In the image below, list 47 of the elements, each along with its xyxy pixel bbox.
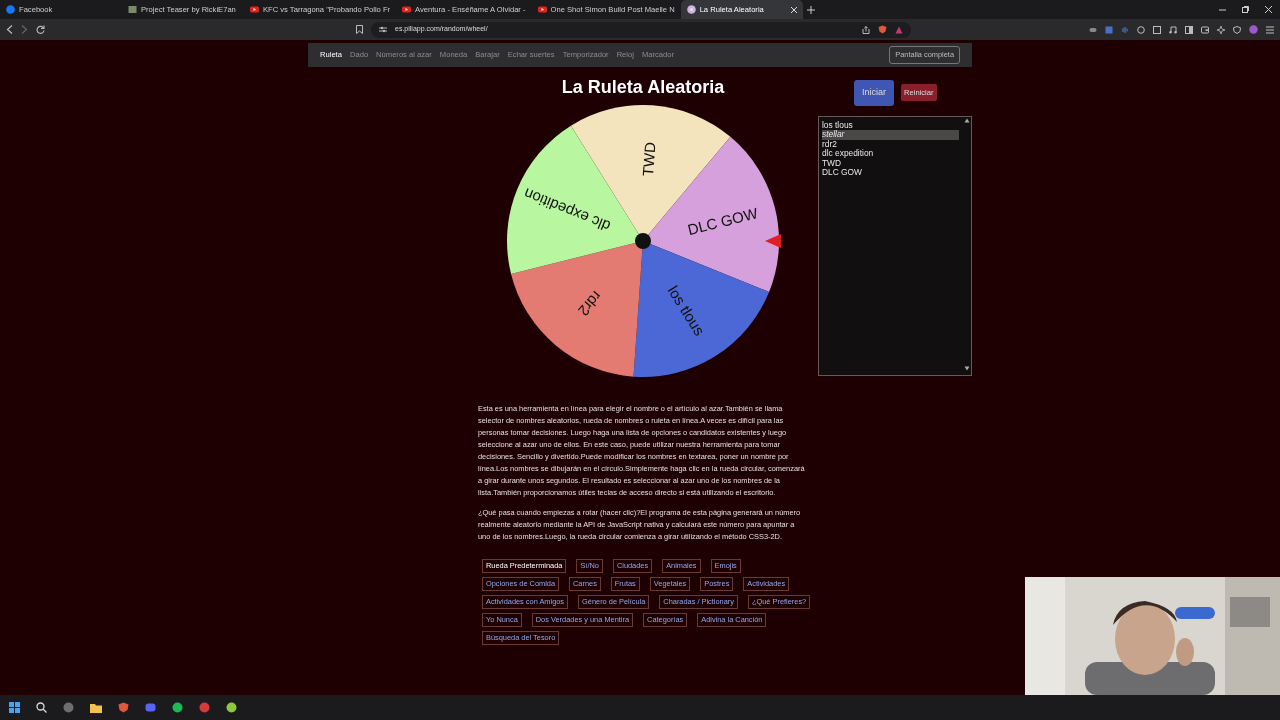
scroll-down-icon[interactable] xyxy=(964,365,970,371)
wheel-slice[interactable]: rdr2 xyxy=(511,240,643,377)
menu-icon[interactable] xyxy=(1266,25,1274,34)
search-icon[interactable] xyxy=(36,702,47,713)
wheel-icon xyxy=(686,5,696,14)
wallet-icon[interactable] xyxy=(1201,25,1209,34)
folder-icon[interactable] xyxy=(90,702,102,713)
shield-icon[interactable] xyxy=(1233,25,1241,34)
list-entry: DLC GOW xyxy=(822,168,863,179)
list-entry: stellar xyxy=(822,130,959,140)
pointer-icon xyxy=(765,233,781,248)
shield-icon[interactable] xyxy=(118,702,129,713)
back-icon[interactable] xyxy=(6,25,13,34)
share-icon[interactable] xyxy=(862,25,870,34)
site-settings-icon[interactable] xyxy=(379,26,387,33)
app-icon[interactable] xyxy=(226,702,237,713)
list-entry: dlc expedition xyxy=(822,149,875,159)
bookmark-icon[interactable] xyxy=(356,25,363,34)
sidebar-icon[interactable] xyxy=(1185,25,1193,34)
list-entry: los tlous xyxy=(822,120,854,130)
scroll-up-icon[interactable] xyxy=(964,117,970,123)
names-textarea[interactable]: los tlous stellar rdr2 dlc expedition TWD DLC GOW xyxy=(818,115,972,376)
app-icon[interactable] xyxy=(199,702,210,713)
minimize-icon[interactable] xyxy=(1219,6,1226,13)
new-tab-icon[interactable] xyxy=(806,5,815,14)
list-entry: rdr2 xyxy=(822,139,838,149)
image-icon xyxy=(128,5,137,14)
close-icon[interactable] xyxy=(1265,6,1272,13)
sparkle-icon[interactable] xyxy=(1217,25,1225,34)
page-title: La Ruleta Aleatoria xyxy=(560,77,726,99)
profile-icon[interactable] xyxy=(1249,25,1258,34)
forward-icon[interactable] xyxy=(21,25,28,34)
list-entry: TWD xyxy=(822,158,842,169)
screenshot-icon[interactable] xyxy=(1153,25,1161,34)
chat-icon[interactable] xyxy=(145,702,156,713)
restore-icon[interactable] xyxy=(1242,6,1249,13)
start-icon[interactable] xyxy=(9,702,20,713)
start-button[interactable]: Iniciar xyxy=(854,80,894,106)
reload-icon[interactable] xyxy=(36,25,45,34)
triangle-icon[interactable] xyxy=(895,25,903,34)
wheel-center-icon xyxy=(635,232,651,249)
close-tab-icon[interactable] xyxy=(790,6,797,13)
play-icon xyxy=(250,5,259,14)
play-icon xyxy=(537,5,547,14)
shield-icon[interactable] xyxy=(878,25,887,34)
circle-icon xyxy=(6,5,15,14)
play-icon xyxy=(402,5,412,14)
